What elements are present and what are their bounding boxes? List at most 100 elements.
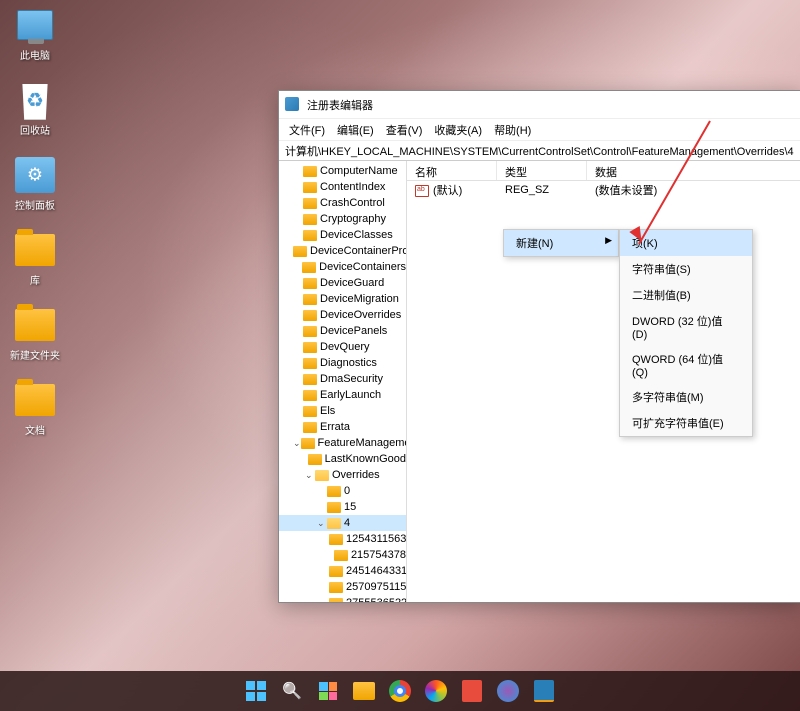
folder-icon <box>303 406 317 417</box>
tree-item[interactable]: DmaSecurity <box>279 371 406 387</box>
submenu-item[interactable]: DWORD (32 位)值(D) <box>620 308 752 346</box>
menubar: 文件(F) 编辑(E) 查看(V) 收藏夹(A) 帮助(H) <box>279 119 800 141</box>
tree-item[interactable]: 1254311563 <box>279 531 406 547</box>
taskbar-app-2[interactable] <box>457 676 487 706</box>
tree-item[interactable]: LastKnownGood <box>279 451 406 467</box>
tree-item[interactable]: ComputerName <box>279 163 406 179</box>
tree-item[interactable]: ⌄Overrides <box>279 467 406 483</box>
tree-item-label: Diagnostics <box>320 357 377 369</box>
folder-icon <box>303 166 317 177</box>
tree-item-label: DeviceOverrides <box>320 309 401 321</box>
submenu-item[interactable]: 项(K) <box>620 230 752 256</box>
tree-item-label: Errata <box>320 421 350 433</box>
tree-item[interactable]: 2755536522 <box>279 595 406 602</box>
tree-item-label: DevicePanels <box>320 325 387 337</box>
desktop-icon-label: 新建文件夹 <box>10 347 60 362</box>
tree-item[interactable]: 2570975115 <box>279 579 406 595</box>
tree-item[interactable]: DeviceClasses <box>279 227 406 243</box>
chrome-icon <box>389 680 411 702</box>
submenu-item[interactable]: 二进制值(B) <box>620 282 752 308</box>
menu-file[interactable]: 文件(F) <box>283 122 331 138</box>
folder-icon <box>329 598 343 603</box>
tree-item[interactable]: DevQuery <box>279 339 406 355</box>
taskbar-app-3[interactable] <box>493 676 523 706</box>
submenu-item[interactable]: QWORD (64 位)值(Q) <box>620 346 752 384</box>
tree-item[interactable]: 15 <box>279 499 406 515</box>
folder-icon <box>329 566 343 577</box>
address-bar[interactable]: 计算机\HKEY_LOCAL_MACHINE\SYSTEM\CurrentCon… <box>279 141 800 161</box>
taskview-button[interactable] <box>313 676 343 706</box>
col-header-name[interactable]: 名称 <box>407 161 497 180</box>
tree-item-label: 215754378 <box>351 549 406 561</box>
desktop-icon-label: 文档 <box>25 422 45 437</box>
tree-item-label: 2755536522 <box>346 597 407 602</box>
chevron-right-icon: ▶ <box>605 235 612 246</box>
tree-item[interactable]: EarlyLaunch <box>279 387 406 403</box>
tree-item[interactable]: CrashControl <box>279 195 406 211</box>
tree-item[interactable]: DeviceOverrides <box>279 307 406 323</box>
taskbar-explorer[interactable] <box>349 676 379 706</box>
tree-item-label: DmaSecurity <box>320 373 383 385</box>
tree-item[interactable]: Els <box>279 403 406 419</box>
desktop-icon-folder-2[interactable]: 新建文件夹 <box>5 305 65 362</box>
tree-item-label: Cryptography <box>320 213 386 225</box>
desktop-icon-control[interactable]: 控制面板 <box>5 155 65 212</box>
tree-item-label: 0 <box>344 485 350 497</box>
tree-item[interactable]: ⌄FeatureManagement <box>279 435 406 451</box>
folder-icon <box>303 358 317 369</box>
tree-item[interactable]: DeviceContainers <box>279 259 406 275</box>
string-value-icon <box>415 185 429 197</box>
search-button[interactable] <box>277 676 307 706</box>
submenu-item[interactable]: 字符串值(S) <box>620 256 752 282</box>
folder-icon <box>15 384 55 416</box>
tree-expander-icon[interactable]: ⌄ <box>317 518 327 529</box>
folder-icon <box>15 234 55 266</box>
folder-icon <box>303 374 317 385</box>
folder-icon <box>327 502 341 513</box>
tree-item[interactable]: 215754378 <box>279 547 406 563</box>
tree-item-label: 2570975115 <box>346 581 406 593</box>
app-icon <box>497 680 519 702</box>
desktop-icon-label: 此电脑 <box>20 47 50 62</box>
menu-view[interactable]: 查看(V) <box>380 122 429 138</box>
col-header-data[interactable]: 数据 <box>587 161 800 180</box>
submenu-item[interactable]: 可扩充字符串值(E) <box>620 410 752 436</box>
tree-item[interactable]: DevicePanels <box>279 323 406 339</box>
tree-item[interactable]: 0 <box>279 483 406 499</box>
titlebar[interactable]: 注册表编辑器 <box>279 91 800 119</box>
registry-tree[interactable]: ComputerNameContentIndexCrashControl Cryp… <box>279 161 407 602</box>
folder-icon <box>303 230 317 241</box>
tree-item[interactable]: Diagnostics <box>279 355 406 371</box>
tree-item[interactable]: ⌄4 <box>279 515 406 531</box>
tree-item[interactable]: DeviceGuard <box>279 275 406 291</box>
tree-item[interactable]: ContentIndex <box>279 179 406 195</box>
menu-favorites[interactable]: 收藏夹(A) <box>428 122 488 138</box>
tree-item[interactable]: 2451464331 <box>279 563 406 579</box>
desktop-icon-folder-3[interactable]: 文档 <box>5 380 65 437</box>
taskbar-chrome[interactable] <box>385 676 415 706</box>
tree-item-label: Els <box>320 405 335 417</box>
tree-item[interactable]: DeviceContainerPropertyUpda <box>279 243 406 259</box>
tree-item[interactable]: DeviceMigration <box>279 291 406 307</box>
folder-icon <box>308 454 322 465</box>
menu-item-new[interactable]: 新建(N) ▶ <box>504 230 618 256</box>
desktop-icon-folder-1[interactable]: 库 <box>5 230 65 287</box>
menu-help[interactable]: 帮助(H) <box>488 122 537 138</box>
menu-edit[interactable]: 编辑(E) <box>331 122 380 138</box>
folder-icon <box>327 486 341 497</box>
submenu-item[interactable]: 多字符串值(M) <box>620 384 752 410</box>
tree-expander-icon[interactable]: ⌄ <box>305 470 315 481</box>
desktop-icon-recycle[interactable]: 回收站 <box>5 80 65 137</box>
taskbar-app-4[interactable] <box>529 676 559 706</box>
tree-expander-icon[interactable]: ⌄ <box>293 438 301 449</box>
tree-item[interactable]: Cryptography <box>279 211 406 227</box>
value-row[interactable]: (默认) REG_SZ (数值未设置) <box>407 181 800 199</box>
desktop-icon-label: 控制面板 <box>15 197 55 212</box>
folder-icon <box>303 422 317 433</box>
taskbar-app-1[interactable] <box>421 676 451 706</box>
tree-item-label: 4 <box>344 517 350 529</box>
desktop-icon-computer[interactable]: 此电脑 <box>5 5 65 62</box>
tree-item[interactable]: Errata <box>279 419 406 435</box>
col-header-type[interactable]: 类型 <box>497 161 587 180</box>
start-button[interactable] <box>241 676 271 706</box>
